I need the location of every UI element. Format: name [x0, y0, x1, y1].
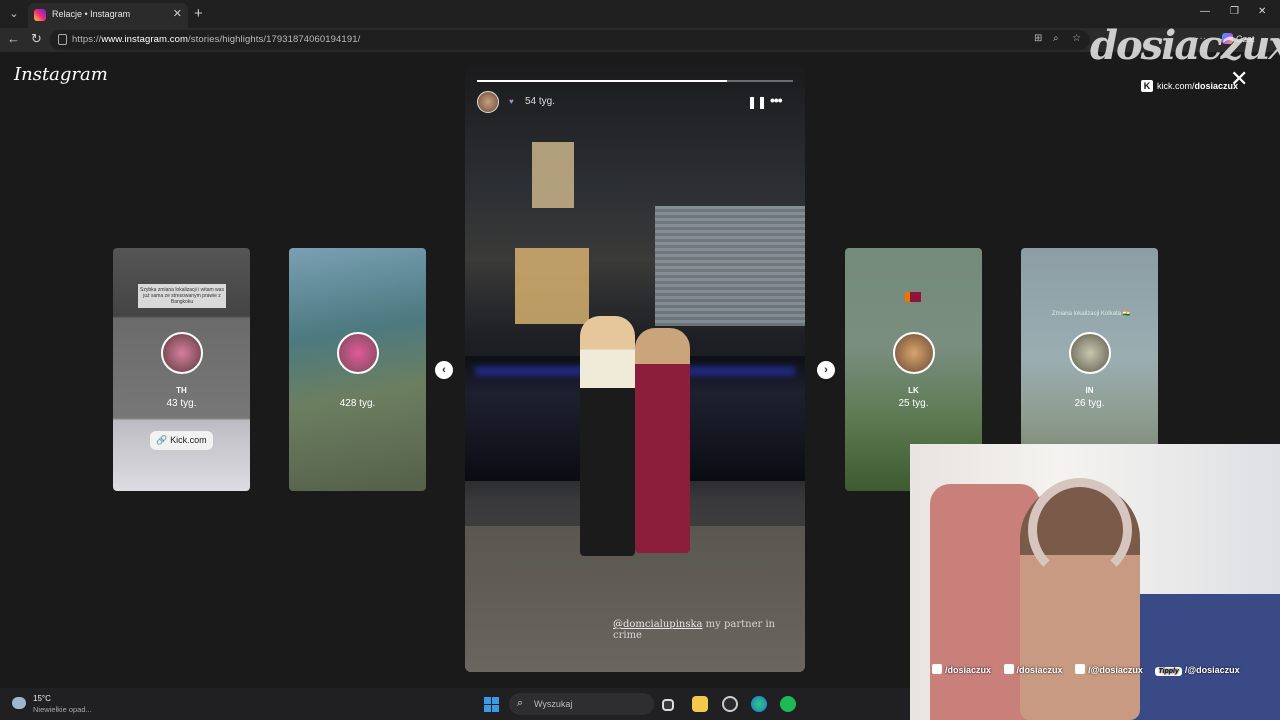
avatar[interactable]	[477, 91, 499, 113]
url-text: https://www.instagram.com/stories/highli…	[72, 34, 361, 45]
url-field[interactable]: https://www.instagram.com/stories/highli…	[50, 30, 1090, 50]
minimize-icon[interactable]: —	[1200, 6, 1210, 17]
tipply-handle: Tipply/@dosiaczux	[1155, 665, 1240, 676]
link-label: Kick.com	[170, 435, 207, 445]
active-story[interactable]: ♥ 54 tyg. ❚❚ ••• @domcialupinska my part…	[465, 66, 805, 672]
streamer-watermark: dosiaczux	[1090, 22, 1280, 69]
browser-tab-active[interactable]: Relacje • Instagram ✕	[28, 3, 188, 28]
headphones-icon	[1028, 478, 1132, 582]
flag-icon	[905, 292, 921, 302]
caption-mention[interactable]: @domcialupinska	[613, 619, 703, 630]
story-card-time: 25 tyg.	[898, 398, 929, 409]
story-card-banner: Szybka zmiana lokalizacji i witam was ju…	[138, 284, 226, 308]
apps-icon[interactable]: ⊞	[1034, 33, 1042, 44]
new-tab-icon[interactable]: +	[194, 5, 203, 22]
story-card-name: LK	[908, 386, 919, 395]
chevron-right-icon[interactable]: ›	[817, 361, 835, 379]
story-photo-window	[532, 142, 574, 208]
edge-icon[interactable]	[751, 696, 767, 712]
story-progress-bar	[477, 80, 793, 82]
browser-tab-strip: ⌄ Relacje • Instagram ✕ + — ❐ ✕	[0, 0, 1280, 28]
tiktok-icon	[1003, 664, 1014, 674]
story-card-name: TH	[176, 386, 187, 395]
window-close-icon[interactable]: ✕	[1258, 6, 1266, 17]
search-placeholder: Wyszukaj	[534, 699, 573, 709]
kick-icon: K	[1141, 80, 1153, 92]
webcam-overlay: /dosiaczux /dosiaczux /@dosiaczux Tipply…	[910, 444, 1280, 720]
lock-icon	[58, 34, 67, 45]
link-sticker[interactable]: 🔗 Kick.com	[150, 431, 213, 450]
story-card-time: 26 tyg.	[1074, 398, 1105, 409]
restore-icon[interactable]: ❐	[1230, 6, 1239, 17]
more-icon[interactable]: •••	[770, 92, 783, 108]
weather-temperature[interactable]: 15°C	[33, 694, 51, 703]
avatar	[161, 332, 203, 374]
chevron-left-icon[interactable]: ‹	[435, 361, 453, 379]
star-icon[interactable]: ☆	[1072, 33, 1081, 44]
kick-user: dosiaczux	[1194, 81, 1239, 91]
tipply-badge: Tipply	[1155, 667, 1182, 676]
kick-prefix: kick.com/	[1157, 81, 1195, 91]
task-view-icon[interactable]	[662, 699, 674, 711]
zoom-icon[interactable]: ⌕	[1053, 33, 1059, 44]
instagram-favicon	[34, 9, 46, 21]
close-tab-icon[interactable]: ✕	[173, 7, 182, 20]
windows-icon[interactable]	[484, 697, 499, 712]
avatar	[893, 332, 935, 374]
story-progress-fill	[477, 80, 727, 82]
kick-channel-label: Kkick.com/dosiaczux	[1141, 80, 1238, 92]
pause-icon[interactable]: ❚❚	[747, 95, 767, 109]
story-card-th[interactable]: Szybka zmiana lokalizacji i witam was ju…	[113, 248, 250, 491]
story-card-time: 428 tyg.	[339, 398, 376, 409]
avatar	[1069, 332, 1111, 374]
youtube-handle: /@dosiaczux	[1075, 664, 1143, 675]
instagram-icon	[932, 664, 942, 674]
instagram-logo[interactable]: Instagram	[14, 64, 108, 85]
story-photo-glass-roof	[655, 206, 805, 326]
taskbar: 15°C Niewielkie opad... ⌕ Wyszukaj	[0, 688, 910, 720]
reload-icon[interactable]: ↻	[31, 31, 42, 47]
file-explorer-icon[interactable]	[692, 696, 708, 712]
weather-icon[interactable]	[12, 697, 26, 709]
spotify-icon[interactable]	[780, 696, 796, 712]
story-photo-window	[515, 248, 589, 324]
instagram-handle: /dosiaczux	[932, 664, 991, 675]
story-time: 54 tyg.	[525, 96, 556, 107]
story-caption: @domcialupinska my partner in crime	[613, 619, 805, 641]
social-handles: /dosiaczux /dosiaczux /@dosiaczux Tipply…	[932, 664, 1272, 676]
story-card-2[interactable]: 428 tyg.	[289, 248, 426, 491]
story-photo-person	[635, 328, 690, 553]
heart-icon: ♥	[509, 97, 514, 106]
tab-title: Relacje • Instagram	[52, 9, 131, 19]
story-card-time: 43 tyg.	[166, 398, 197, 409]
youtube-icon	[1075, 664, 1086, 674]
taskbar-search[interactable]: ⌕ Wyszukaj	[509, 693, 654, 715]
address-bar-row: ← ↻ https://www.instagram.com/stories/hi…	[0, 28, 1280, 52]
weather-description: Niewielkie opad...	[33, 705, 92, 714]
story-photo-person	[580, 316, 635, 556]
back-icon[interactable]: ←	[7, 31, 20, 46]
app-icon[interactable]	[722, 696, 738, 712]
story-card-name: IN	[1085, 386, 1094, 395]
tiktok-handle: /dosiaczux	[1003, 664, 1063, 675]
story-card-overlay-text: Zmiana lokalizacji Kolkata 🇮🇳	[1051, 311, 1131, 317]
search-icon: ⌕	[517, 697, 524, 709]
tab-actions-menu-icon[interactable]: ⌄	[4, 4, 24, 24]
avatar	[337, 332, 379, 374]
